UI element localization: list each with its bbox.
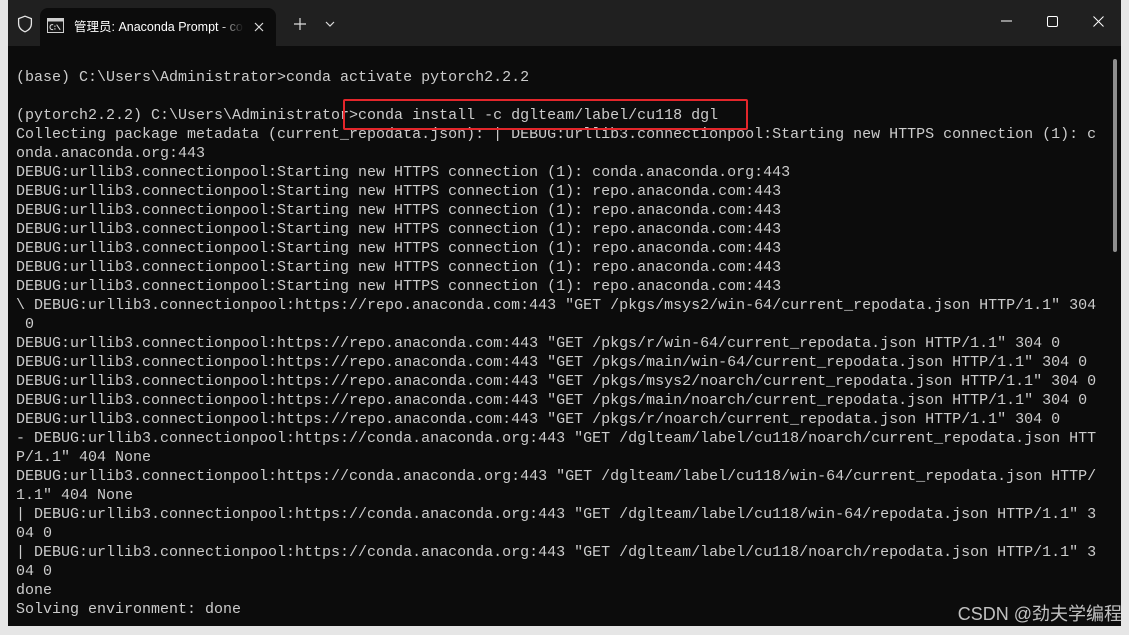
new-tab-button[interactable] xyxy=(284,8,316,40)
terminal-line: 04 0 xyxy=(16,525,53,542)
terminal-line: P/1.1" 404 None xyxy=(16,449,152,466)
terminal-line: DEBUG:urllib3.connectionpool:Starting ne… xyxy=(16,259,782,276)
terminal-line: 1.1" 404 None xyxy=(16,487,134,504)
terminal-line: DEBUG:urllib3.connectionpool:Starting ne… xyxy=(16,278,782,295)
terminal-line: DEBUG:urllib3.connectionpool:https://con… xyxy=(16,468,1097,485)
terminal-line: \ DEBUG:urllib3.connectionpool:https://r… xyxy=(16,297,1097,314)
scrollbar[interactable] xyxy=(1110,56,1120,622)
command-prompt-icon xyxy=(47,18,64,33)
shield-icon xyxy=(17,15,33,33)
terminal-line: DEBUG:urllib3.connectionpool:https://rep… xyxy=(16,373,1097,390)
terminal-line: | DEBUG:urllib3.connectionpool:https://c… xyxy=(16,506,1097,523)
terminal-line: onda.anaconda.org:443 xyxy=(16,145,206,162)
terminal-line: DEBUG:urllib3.connectionpool:Starting ne… xyxy=(16,240,782,257)
terminal-line: Collecting package metadata (current_rep… xyxy=(16,126,1097,143)
minimize-button[interactable] xyxy=(983,0,1029,42)
tab-close-button[interactable] xyxy=(249,17,269,37)
terminal-window: 管理员: Anaconda Prompt - co (base) C:\User… xyxy=(8,0,1121,626)
terminal-line: Solving environment: done xyxy=(16,601,242,618)
chevron-down-icon xyxy=(325,21,335,27)
terminal-line: DEBUG:urllib3.connectionpool:Starting ne… xyxy=(16,202,782,219)
maximize-icon xyxy=(1046,15,1058,27)
terminal-line: DEBUG:urllib3.connectionpool:https://rep… xyxy=(16,354,1088,371)
terminal-line: DEBUG:urllib3.connectionpool:Starting ne… xyxy=(16,221,782,238)
terminal-line: (base) C:\Users\Administrator>conda acti… xyxy=(16,69,530,86)
terminal-line: - DEBUG:urllib3.connectionpool:https://c… xyxy=(16,430,1097,447)
terminal-output[interactable]: (base) C:\Users\Administrator>conda acti… xyxy=(8,46,1121,626)
terminal-line: DEBUG:urllib3.connectionpool:Starting ne… xyxy=(16,164,791,181)
terminal-line: | DEBUG:urllib3.connectionpool:https://c… xyxy=(16,544,1097,561)
tab-title: 管理员: Anaconda Prompt - co xyxy=(74,20,243,34)
close-icon xyxy=(1092,15,1104,27)
terminal-line: done xyxy=(16,582,53,599)
terminal-line: 04 0 xyxy=(16,563,53,580)
title-bar[interactable]: 管理员: Anaconda Prompt - co xyxy=(8,0,1121,46)
watermark: CSDN @劲夫学编程 xyxy=(957,604,1122,624)
tab-anaconda-prompt[interactable]: 管理员: Anaconda Prompt - co xyxy=(40,8,276,46)
minimize-icon xyxy=(1000,20,1012,22)
terminal-line: DEBUG:urllib3.connectionpool:https://rep… xyxy=(16,335,1061,352)
terminal-buffer: (base) C:\Users\Administrator>conda acti… xyxy=(16,68,1101,619)
maximize-button[interactable] xyxy=(1029,0,1075,42)
scrollbar-thumb[interactable] xyxy=(1113,59,1117,252)
plus-icon xyxy=(294,18,306,30)
terminal-line: DEBUG:urllib3.connectionpool:https://rep… xyxy=(16,392,1088,409)
terminal-line: (pytorch2.2.2) C:\Users\Administrator>co… xyxy=(16,107,719,124)
terminal-line: DEBUG:urllib3.connectionpool:https://rep… xyxy=(16,411,1061,428)
close-button[interactable] xyxy=(1075,0,1121,42)
tab-dropdown-button[interactable] xyxy=(318,8,342,40)
close-icon xyxy=(254,22,264,32)
terminal-line: 0 xyxy=(16,316,35,333)
terminal-line: DEBUG:urllib3.connectionpool:Starting ne… xyxy=(16,183,782,200)
